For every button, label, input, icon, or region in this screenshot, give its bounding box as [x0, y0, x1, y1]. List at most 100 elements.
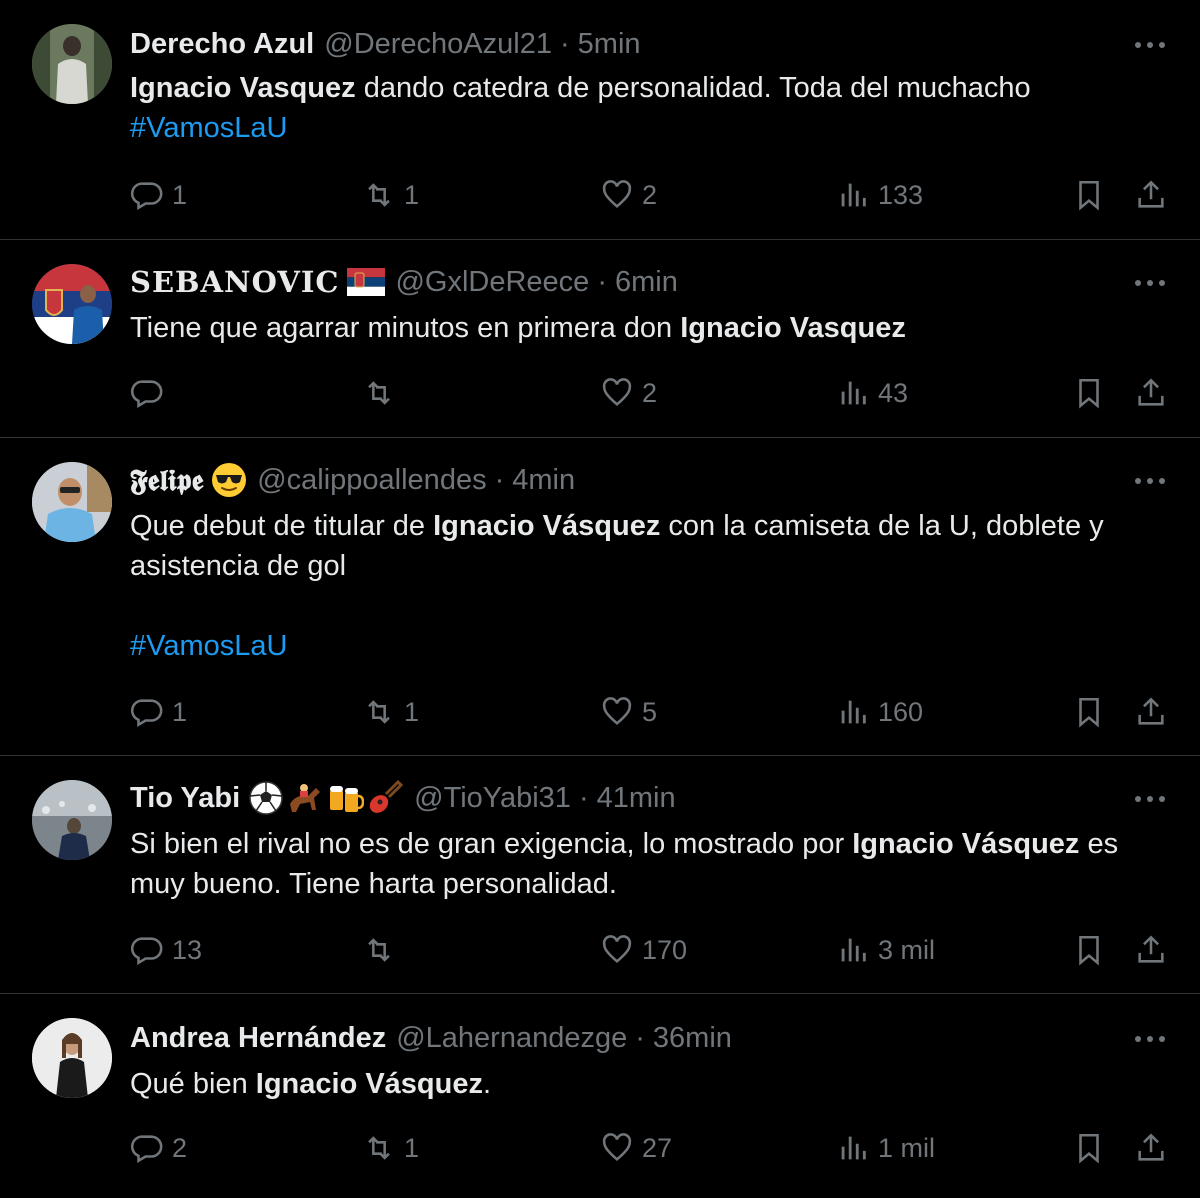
bookmark-button[interactable]	[1072, 930, 1106, 970]
tweet-actions: 13 170 3 mil	[0, 930, 1200, 970]
retweet-icon	[368, 183, 390, 207]
retweet-button[interactable]: 1	[362, 1128, 419, 1168]
like-button[interactable]: 170	[600, 930, 687, 970]
like-button[interactable]: 5	[600, 692, 657, 732]
views-chart-icon	[841, 183, 866, 207]
more-options-icon[interactable]	[1130, 1024, 1170, 1054]
retweet-icon	[368, 1136, 390, 1160]
share-button[interactable]	[1134, 373, 1168, 413]
more-options-icon[interactable]	[1130, 466, 1170, 496]
user-handle[interactable]: @Lahernandezge	[396, 1022, 627, 1055]
avatar[interactable]	[32, 1018, 112, 1098]
reply-button[interactable]	[130, 373, 172, 413]
share-button[interactable]	[1134, 1128, 1168, 1168]
separator-dot: ·	[597, 265, 607, 298]
mention-text: Ignacio Vásquez	[255, 1068, 483, 1100]
display-name[interactable]: SEBANOVIC	[130, 265, 339, 299]
tweet[interactable]: 𝕱𝖊𝖑𝖎𝖕𝖊 @calippoallendes · 4min Que debut…	[0, 438, 1200, 756]
heart-icon	[602, 1133, 632, 1162]
hashtag-link[interactable]: #VamosLaU	[130, 112, 287, 144]
user-handle[interactable]: @calippoallendes	[257, 464, 486, 497]
tweet-text-part: Qué bien	[130, 1068, 256, 1100]
display-name[interactable]: 𝕱𝖊𝖑𝖎𝖕𝖊	[130, 463, 203, 498]
user-handle[interactable]: @DerechoAzul21	[324, 28, 552, 61]
reply-icon	[130, 1135, 163, 1164]
reply-button[interactable]: 1	[130, 692, 187, 732]
views-button[interactable]: 1 mil	[836, 1128, 935, 1168]
timestamp[interactable]: 6min	[615, 266, 678, 299]
display-name[interactable]: Andrea Hernández	[130, 1022, 386, 1055]
reply-button[interactable]: 1	[130, 175, 187, 215]
retweet-icon	[368, 381, 390, 405]
tweet[interactable]: Andrea Hernández @Lahernandezge · 36min …	[0, 994, 1200, 1198]
display-name[interactable]: Tio Yabi	[130, 782, 240, 815]
separator-dot: ·	[494, 463, 505, 496]
tweet-text: Qué bien Ignacio Vásquez.	[130, 1064, 1170, 1104]
timestamp[interactable]: 4min	[512, 464, 575, 497]
avatar[interactable]	[32, 462, 112, 542]
bookmark-button[interactable]	[1072, 692, 1106, 732]
views-chart-icon	[841, 1136, 866, 1160]
view-count: 160	[878, 696, 924, 727]
retweet-button[interactable]	[362, 930, 404, 970]
mention-text: Ignacio Vasquez	[130, 72, 356, 104]
tweet[interactable]: Derecho Azul @DerechoAzul21 · 5min Ignac…	[0, 0, 1200, 240]
reply-icon	[130, 380, 163, 409]
reply-icon	[130, 937, 163, 966]
timestamp[interactable]: 36min	[653, 1022, 732, 1055]
user-handle[interactable]: @TioYabi31	[414, 782, 571, 815]
more-options-icon[interactable]	[1130, 268, 1170, 298]
display-name[interactable]: Derecho Azul	[130, 28, 314, 61]
like-count: 2	[642, 179, 658, 210]
timestamp[interactable]: 5min	[578, 28, 641, 61]
retweet-count: 1	[404, 179, 420, 210]
timestamp[interactable]: 41min	[597, 782, 676, 815]
reply-count: 1	[172, 696, 188, 727]
emoji-group	[248, 780, 404, 816]
reply-button[interactable]: 2	[130, 1128, 187, 1168]
view-count: 43	[878, 377, 909, 408]
separator-dot: ·	[635, 1021, 645, 1054]
bookmark-button[interactable]	[1072, 175, 1106, 215]
avatar[interactable]	[32, 24, 112, 104]
reply-button[interactable]: 13	[130, 930, 202, 970]
more-options-icon[interactable]	[1130, 784, 1170, 814]
like-button[interactable]: 2	[600, 175, 657, 215]
like-count: 27	[642, 1132, 673, 1163]
share-button[interactable]	[1134, 175, 1168, 215]
views-button[interactable]: 3 mil	[836, 930, 935, 970]
user-handle[interactable]: @GxlDeReece	[395, 266, 589, 299]
tweet-text: Si bien el rival no es de gran exigencia…	[130, 824, 1170, 904]
bookmark-icon	[1079, 378, 1099, 409]
more-options-icon[interactable]	[1130, 30, 1170, 60]
view-count: 3 mil	[878, 934, 936, 965]
tweet[interactable]: SEBANOVIC @GxlDeReece · 6min Tiene que a…	[0, 240, 1200, 438]
avatar[interactable]	[32, 264, 112, 344]
views-button[interactable]: 160	[836, 692, 923, 732]
beer-mugs-icon	[330, 786, 365, 812]
views-button[interactable]: 43	[836, 373, 908, 413]
heart-icon	[602, 935, 632, 964]
retweet-button[interactable]: 1	[362, 692, 419, 732]
tweet-actions: 1 1 2 133	[0, 175, 1200, 215]
reply-icon	[130, 182, 163, 211]
bookmark-button[interactable]	[1072, 373, 1106, 413]
mention-text: Ignacio Vasquez	[680, 312, 906, 344]
share-button[interactable]	[1134, 692, 1168, 732]
share-icon	[1138, 378, 1164, 406]
retweet-button[interactable]	[362, 373, 404, 413]
mention-text: Ignacio Vásquez	[433, 510, 661, 542]
heart-icon	[602, 378, 632, 407]
retweet-button[interactable]: 1	[362, 175, 419, 215]
views-button[interactable]: 133	[836, 175, 923, 215]
avatar[interactable]	[32, 780, 112, 860]
like-button[interactable]: 27	[600, 1128, 672, 1168]
bookmark-icon	[1079, 1133, 1099, 1164]
like-button[interactable]: 2	[600, 373, 657, 413]
views-chart-icon	[841, 700, 866, 724]
share-button[interactable]	[1134, 930, 1168, 970]
hashtag-link[interactable]: #VamosLaU	[130, 630, 287, 662]
bookmark-button[interactable]	[1072, 1128, 1106, 1168]
tweet[interactable]: Tio Yabi @TioYabi31 · 41min Si bien el r…	[0, 756, 1200, 994]
tweet-text: Tiene que agarrar minutos en primera don…	[130, 308, 1170, 348]
